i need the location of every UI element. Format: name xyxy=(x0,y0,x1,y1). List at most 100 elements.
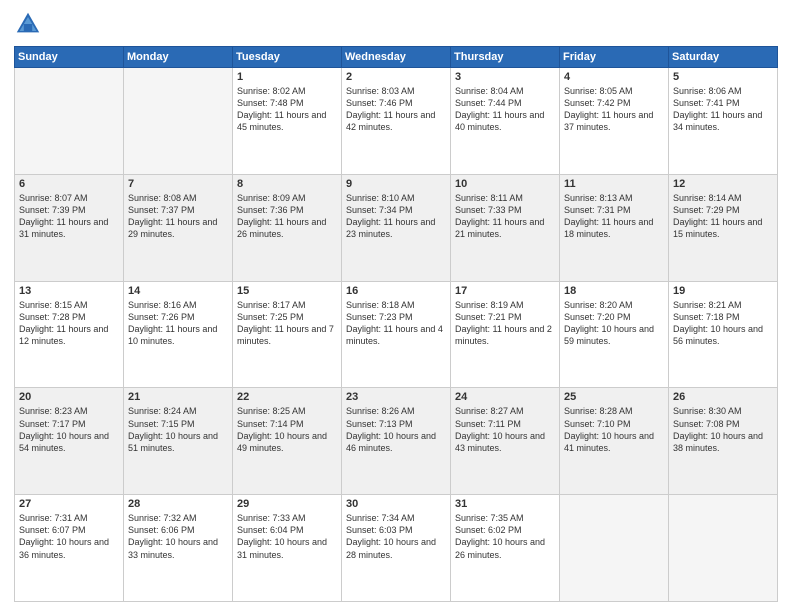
day-number: 4 xyxy=(564,71,664,83)
day-info: Sunrise: 8:08 AM Sunset: 7:37 PM Dayligh… xyxy=(128,192,228,241)
day-info: Sunrise: 8:24 AM Sunset: 7:15 PM Dayligh… xyxy=(128,405,228,454)
day-number: 14 xyxy=(128,285,228,297)
day-number: 6 xyxy=(19,178,119,190)
day-number: 24 xyxy=(455,391,555,403)
day-number: 18 xyxy=(564,285,664,297)
day-number: 16 xyxy=(346,285,446,297)
header xyxy=(14,10,778,38)
weekday-header: Sunday xyxy=(15,47,124,68)
calendar-cell: 19Sunrise: 8:21 AM Sunset: 7:18 PM Dayli… xyxy=(669,281,778,388)
weekday-header: Monday xyxy=(124,47,233,68)
calendar-header: SundayMondayTuesdayWednesdayThursdayFrid… xyxy=(15,47,778,68)
calendar-cell: 2 Sunrise: 8:03 AM Sunset: 7:46 PM Daylig… xyxy=(342,68,451,175)
logo xyxy=(14,10,46,38)
calendar-cell: 17Sunrise: 8:19 AM Sunset: 7:21 PM Dayli… xyxy=(451,281,560,388)
day-info: Sunrise: 8:30 AM Sunset: 7:08 PM Dayligh… xyxy=(673,405,773,454)
day-number: 25 xyxy=(564,391,664,403)
calendar-week-row: 6 Sunrise: 8:07 AM Sunset: 7:39 PM Daylig… xyxy=(15,174,778,281)
calendar-cell: 8 Sunrise: 8:09 AM Sunset: 7:36 PM Daylig… xyxy=(233,174,342,281)
calendar-cell: 13 Sunrise: 8:15 AM Sunset: 7:28 PM Dayli… xyxy=(15,281,124,388)
calendar-cell: 3 Sunrise: 8:04 AM Sunset: 7:44 PM Daylig… xyxy=(451,68,560,175)
calendar-cell: 20 Sunrise: 8:23 AM Sunset: 7:17 PM Dayli… xyxy=(15,388,124,495)
day-number: 20 xyxy=(19,391,119,403)
day-info: Sunrise: 8:04 AM Sunset: 7:44 PM Dayligh… xyxy=(455,85,555,134)
calendar: SundayMondayTuesdayWednesdayThursdayFrid… xyxy=(14,46,778,602)
calendar-cell: 16Sunrise: 8:18 AM Sunset: 7:23 PM Dayli… xyxy=(342,281,451,388)
calendar-cell: 14 Sunrise: 8:16 AM Sunset: 7:26 PM Dayli… xyxy=(124,281,233,388)
day-number: 3 xyxy=(455,71,555,83)
day-number: 11 xyxy=(564,178,664,190)
calendar-week-row: 27Sunrise: 7:31 AM Sunset: 6:07 PM Dayli… xyxy=(15,495,778,602)
day-info: Sunrise: 8:17 AM Sunset: 7:25 PM Dayligh… xyxy=(237,299,337,348)
day-number: 28 xyxy=(128,498,228,510)
day-info: Sunrise: 8:14 AM Sunset: 7:29 PM Dayligh… xyxy=(673,192,773,241)
day-info: Sunrise: 8:23 AM Sunset: 7:17 PM Dayligh… xyxy=(19,405,119,454)
calendar-cell xyxy=(15,68,124,175)
calendar-week-row: 20 Sunrise: 8:23 AM Sunset: 7:17 PM Dayli… xyxy=(15,388,778,495)
day-number: 21 xyxy=(128,391,228,403)
day-info: Sunrise: 8:20 AM Sunset: 7:20 PM Dayligh… xyxy=(564,299,664,348)
day-info: Sunrise: 8:07 AM Sunset: 7:39 PM Dayligh… xyxy=(19,192,119,241)
calendar-cell: 9 Sunrise: 8:10 AM Sunset: 7:34 PM Daylig… xyxy=(342,174,451,281)
day-info: Sunrise: 8:03 AM Sunset: 7:46 PM Dayligh… xyxy=(346,85,446,134)
day-number: 22 xyxy=(237,391,337,403)
calendar-cell: 31Sunrise: 7:35 AM Sunset: 6:02 PM Dayli… xyxy=(451,495,560,602)
day-number: 7 xyxy=(128,178,228,190)
day-info: Sunrise: 8:28 AM Sunset: 7:10 PM Dayligh… xyxy=(564,405,664,454)
calendar-cell: 10 Sunrise: 8:11 AM Sunset: 7:33 PM Dayli… xyxy=(451,174,560,281)
day-info: Sunrise: 8:15 AM Sunset: 7:28 PM Dayligh… xyxy=(19,299,119,348)
calendar-cell: 4 Sunrise: 8:05 AM Sunset: 7:42 PM Daylig… xyxy=(560,68,669,175)
weekday-row: SundayMondayTuesdayWednesdayThursdayFrid… xyxy=(15,47,778,68)
calendar-cell: 23 Sunrise: 8:26 AM Sunset: 7:13 PM Dayli… xyxy=(342,388,451,495)
day-number: 31 xyxy=(455,498,555,510)
calendar-cell: 12Sunrise: 8:14 AM Sunset: 7:29 PM Dayli… xyxy=(669,174,778,281)
calendar-week-row: 1 Sunrise: 8:02 AM Sunset: 7:48 PM Daylig… xyxy=(15,68,778,175)
weekday-header: Friday xyxy=(560,47,669,68)
day-number: 10 xyxy=(455,178,555,190)
day-info: Sunrise: 7:34 AM Sunset: 6:03 PM Dayligh… xyxy=(346,512,446,561)
day-number: 13 xyxy=(19,285,119,297)
day-number: 5 xyxy=(673,71,773,83)
calendar-cell xyxy=(124,68,233,175)
day-number: 1 xyxy=(237,71,337,83)
calendar-week-row: 13 Sunrise: 8:15 AM Sunset: 7:28 PM Dayli… xyxy=(15,281,778,388)
day-number: 23 xyxy=(346,391,446,403)
day-info: Sunrise: 7:32 AM Sunset: 6:06 PM Dayligh… xyxy=(128,512,228,561)
weekday-header: Tuesday xyxy=(233,47,342,68)
day-info: Sunrise: 8:05 AM Sunset: 7:42 PM Dayligh… xyxy=(564,85,664,134)
calendar-body: 1 Sunrise: 8:02 AM Sunset: 7:48 PM Daylig… xyxy=(15,68,778,602)
calendar-cell: 22Sunrise: 8:25 AM Sunset: 7:14 PM Dayli… xyxy=(233,388,342,495)
day-number: 29 xyxy=(237,498,337,510)
day-info: Sunrise: 8:11 AM Sunset: 7:33 PM Dayligh… xyxy=(455,192,555,241)
day-number: 8 xyxy=(237,178,337,190)
day-info: Sunrise: 8:21 AM Sunset: 7:18 PM Dayligh… xyxy=(673,299,773,348)
day-info: Sunrise: 8:09 AM Sunset: 7:36 PM Dayligh… xyxy=(237,192,337,241)
calendar-cell: 26Sunrise: 8:30 AM Sunset: 7:08 PM Dayli… xyxy=(669,388,778,495)
day-info: Sunrise: 8:13 AM Sunset: 7:31 PM Dayligh… xyxy=(564,192,664,241)
day-info: Sunrise: 8:27 AM Sunset: 7:11 PM Dayligh… xyxy=(455,405,555,454)
day-number: 9 xyxy=(346,178,446,190)
calendar-cell: 1 Sunrise: 8:02 AM Sunset: 7:48 PM Daylig… xyxy=(233,68,342,175)
calendar-cell: 5 Sunrise: 8:06 AM Sunset: 7:41 PM Daylig… xyxy=(669,68,778,175)
calendar-cell: 7 Sunrise: 8:08 AM Sunset: 7:37 PM Daylig… xyxy=(124,174,233,281)
day-info: Sunrise: 8:26 AM Sunset: 7:13 PM Dayligh… xyxy=(346,405,446,454)
calendar-cell xyxy=(560,495,669,602)
calendar-cell xyxy=(669,495,778,602)
page: SundayMondayTuesdayWednesdayThursdayFrid… xyxy=(0,0,792,612)
calendar-cell: 6 Sunrise: 8:07 AM Sunset: 7:39 PM Daylig… xyxy=(15,174,124,281)
calendar-cell: 11 Sunrise: 8:13 AM Sunset: 7:31 PM Dayli… xyxy=(560,174,669,281)
calendar-cell: 25 Sunrise: 8:28 AM Sunset: 7:10 PM Dayli… xyxy=(560,388,669,495)
day-info: Sunrise: 8:02 AM Sunset: 7:48 PM Dayligh… xyxy=(237,85,337,134)
weekday-header: Wednesday xyxy=(342,47,451,68)
calendar-cell: 24 Sunrise: 8:27 AM Sunset: 7:11 PM Dayli… xyxy=(451,388,560,495)
logo-icon xyxy=(14,10,42,38)
day-info: Sunrise: 8:06 AM Sunset: 7:41 PM Dayligh… xyxy=(673,85,773,134)
day-info: Sunrise: 8:16 AM Sunset: 7:26 PM Dayligh… xyxy=(128,299,228,348)
calendar-cell: 29Sunrise: 7:33 AM Sunset: 6:04 PM Dayli… xyxy=(233,495,342,602)
day-number: 2 xyxy=(346,71,446,83)
calendar-cell: 28 Sunrise: 7:32 AM Sunset: 6:06 PM Dayli… xyxy=(124,495,233,602)
calendar-cell: 15 Sunrise: 8:17 AM Sunset: 7:25 PM Dayli… xyxy=(233,281,342,388)
day-info: Sunrise: 7:31 AM Sunset: 6:07 PM Dayligh… xyxy=(19,512,119,561)
day-number: 15 xyxy=(237,285,337,297)
day-info: Sunrise: 8:10 AM Sunset: 7:34 PM Dayligh… xyxy=(346,192,446,241)
